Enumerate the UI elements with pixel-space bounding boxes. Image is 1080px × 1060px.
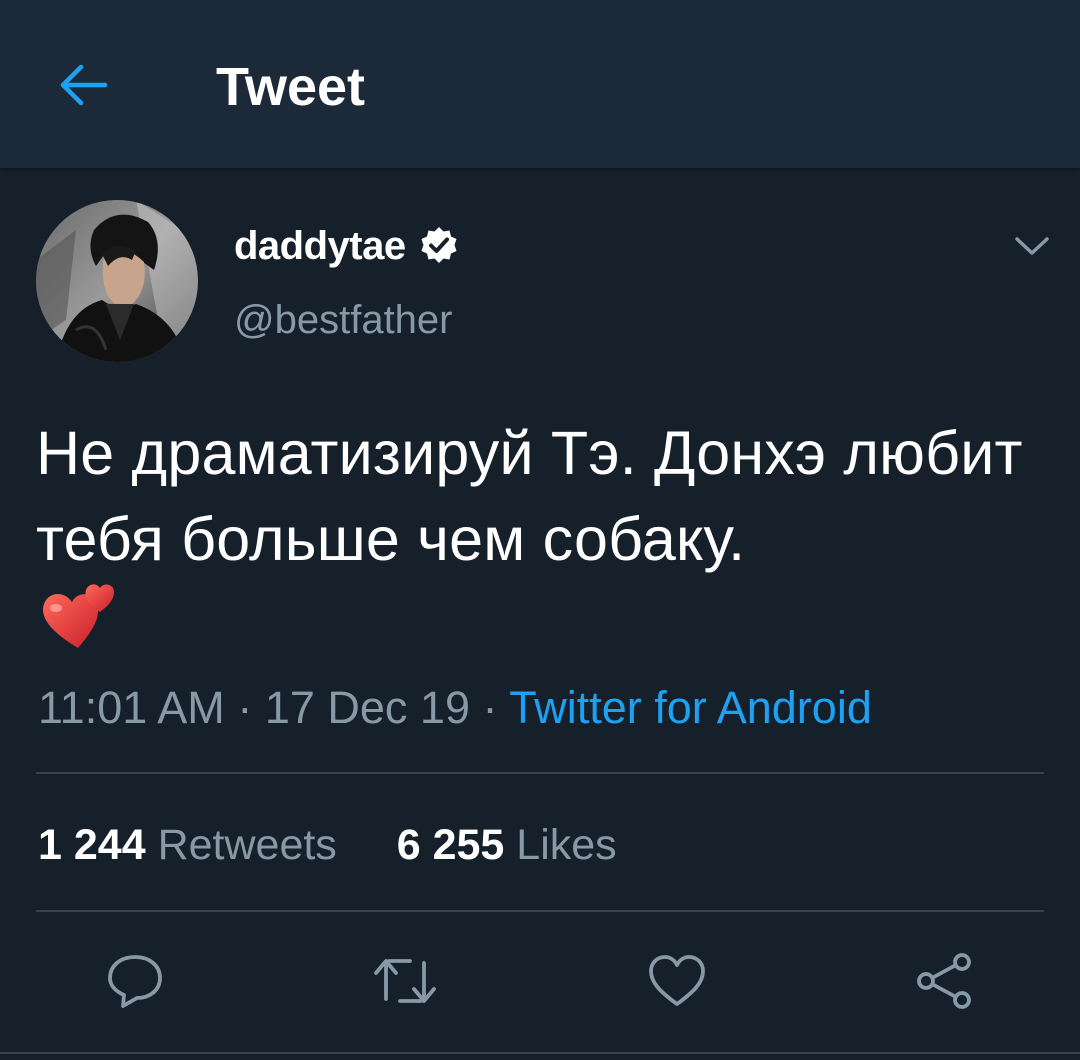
tweet-source-link[interactable]: Twitter for Android — [509, 682, 872, 733]
likes-label: Likes — [516, 821, 617, 869]
divider — [0, 1052, 1080, 1054]
avatar[interactable] — [36, 200, 198, 362]
tweet-options-button[interactable] — [1008, 226, 1056, 266]
avatar-image — [36, 200, 198, 362]
share-button[interactable] — [912, 948, 978, 1014]
tweet-stats: 1 244 Retweets 6 255 Likes — [38, 820, 617, 870]
divider — [36, 910, 1044, 912]
reply-button[interactable] — [102, 948, 168, 1014]
retweets-label: Retweets — [157, 821, 337, 869]
likes-stat[interactable]: 6 255 Likes — [397, 821, 617, 869]
retweet-icon — [374, 959, 436, 1003]
retweet-button[interactable] — [372, 948, 438, 1014]
page-title: Tweet — [216, 57, 366, 117]
two-hearts-emoji-icon — [43, 584, 114, 648]
tweet-meta: 11:01 AM · 17 Dec 19 · Twitter for Andro… — [38, 682, 872, 734]
chevron-down-icon — [1015, 237, 1049, 255]
likes-count: 6 255 — [396, 821, 505, 869]
author-name-row[interactable]: daddytae — [234, 222, 460, 270]
divider — [36, 772, 1044, 774]
verified-badge-icon — [421, 227, 457, 263]
share-icon — [917, 953, 971, 1009]
back-button[interactable] — [50, 52, 116, 118]
like-button[interactable] — [644, 948, 710, 1014]
retweets-stat[interactable]: 1 244 Retweets — [38, 821, 349, 869]
author-handle[interactable]: @bestfather — [234, 296, 453, 344]
tweet-time: 11:01 AM — [38, 682, 225, 733]
top-app-bar: Tweet — [0, 0, 1080, 168]
meta-separator: · — [482, 682, 498, 733]
heart-outline-icon — [649, 955, 705, 1006]
retweets-count: 1 244 — [38, 821, 146, 869]
comment-icon — [108, 955, 162, 1008]
tweet-text: Не драматизируй Тэ. Донхэ любит тебя бол… — [36, 419, 1023, 573]
arrow-left-icon — [60, 64, 108, 106]
meta-separator: · — [237, 682, 253, 733]
tweet-date: 17 Dec 19 — [264, 682, 470, 733]
display-name[interactable]: daddytae — [234, 222, 406, 270]
